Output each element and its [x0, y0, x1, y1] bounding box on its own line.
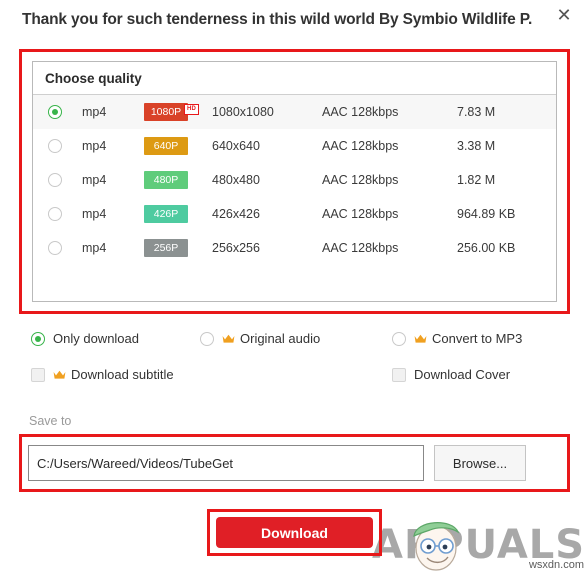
quality-badge: 480P [144, 171, 188, 189]
quality-panel: Choose quality mp4 1080P HD 1080x1080 AAC 12… [32, 61, 557, 302]
quality-badge-cell: 1080P HD [144, 103, 212, 121]
quality-size: 1.82 M [457, 173, 496, 187]
quality-format: mp4 [82, 207, 107, 221]
quality-audio: AAC 128kbps [322, 207, 399, 221]
quality-badge: 256P [144, 239, 188, 257]
quality-row[interactable]: mp4 480P 480x480 AAC 128kbps 1.82 M [33, 163, 556, 197]
quality-row[interactable]: mp4 256P 256x256 AAC 128kbps 256.00 KB [33, 231, 556, 265]
save-path-input[interactable] [28, 445, 424, 481]
watermark-brand: APPUALS [372, 522, 586, 568]
radio-quality-1080p[interactable] [48, 105, 62, 119]
quality-resolution: 426x426 [212, 207, 260, 221]
option-download-subtitle-label: Download subtitle [71, 367, 174, 382]
close-icon[interactable]: ✕ [550, 2, 578, 30]
quality-audio: AAC 128kbps [322, 241, 399, 255]
quality-format: mp4 [82, 173, 107, 187]
hd-icon: HD [184, 104, 200, 115]
quality-resolution: 480x480 [212, 173, 260, 187]
quality-badge-cell: 640P [144, 137, 212, 155]
quality-row-list: mp4 1080P HD 1080x1080 AAC 128kbps 7.83 Mmp4 6… [33, 95, 556, 265]
radio-quality-256p[interactable] [48, 241, 62, 255]
quality-audio: AAC 128kbps [322, 173, 399, 187]
quality-badge: 640P [144, 137, 188, 155]
quality-badge-cell: 480P [144, 171, 212, 189]
quality-resolution: 640x640 [212, 139, 260, 153]
radio-only-download[interactable] [31, 331, 45, 346]
quality-badge: 426P [144, 205, 188, 223]
option-original-audio-label: Original audio [240, 331, 321, 346]
option-original-audio[interactable]: Original audio [200, 331, 320, 346]
quality-row[interactable]: mp4 640P 640x640 AAC 128kbps 3.38 M [33, 129, 556, 163]
quality-row[interactable]: mp4 1080P HD 1080x1080 AAC 128kbps 7.83 M [33, 95, 556, 129]
quality-format: mp4 [82, 105, 107, 119]
crown-icon [414, 334, 427, 344]
quality-size: 7.83 M [457, 105, 496, 119]
mascot-icon [413, 522, 460, 571]
option-download-cover-label: Download Cover [414, 367, 511, 382]
quality-badge-cell: 256P [144, 239, 212, 257]
browse-button[interactable]: Browse... [434, 445, 526, 481]
option-download-subtitle[interactable]: Download subtitle [31, 367, 174, 382]
quality-size: 256.00 KB [457, 241, 516, 255]
download-dialog: Thank you for such tenderness in this wi… [0, 0, 588, 585]
quality-resolution: 1080x1080 [212, 105, 274, 119]
quality-audio: AAC 128kbps [322, 105, 399, 119]
dialog-titlebar: Thank you for such tenderness in this wi… [0, 0, 588, 42]
option-convert-mp3-label: Convert to MP3 [432, 331, 523, 346]
quality-resolution: 256x256 [212, 241, 260, 255]
option-only-download-label: Only download [53, 331, 139, 346]
radio-quality-426p[interactable] [48, 207, 62, 221]
option-download-cover[interactable]: Download Cover [392, 367, 510, 382]
option-convert-mp3[interactable]: Convert to MP3 [392, 331, 522, 346]
quality-panel-header: Choose quality [33, 62, 556, 95]
quality-badge-cell: 426P [144, 205, 212, 223]
quality-format: mp4 [82, 139, 107, 153]
radio-quality-480p[interactable] [48, 173, 62, 187]
save-to-label: Save to [29, 414, 72, 428]
quality-size: 3.38 M [457, 139, 496, 153]
radio-quality-640p[interactable] [48, 139, 62, 153]
option-only-download[interactable]: Only download [31, 331, 139, 346]
download-button[interactable]: Download [216, 517, 373, 548]
watermark: APPUALS wsxdn.com [372, 512, 588, 572]
watermark-site: wsxdn.com [528, 559, 584, 571]
quality-format: mp4 [82, 241, 107, 255]
quality-size: 964.89 KB [457, 207, 516, 221]
quality-row[interactable]: mp4 426P 426x426 AAC 128kbps 964.89 KB [33, 197, 556, 231]
radio-original-audio[interactable] [200, 331, 214, 346]
radio-convert-mp3[interactable] [392, 331, 406, 346]
page-title: Thank you for such tenderness in this wi… [22, 11, 533, 28]
quality-audio: AAC 128kbps [322, 139, 399, 153]
checkbox-download-subtitle[interactable] [31, 367, 45, 382]
quality-badge: 1080P [144, 103, 188, 121]
checkbox-download-cover[interactable] [392, 367, 406, 382]
crown-icon [53, 370, 66, 380]
crown-icon [222, 334, 235, 344]
